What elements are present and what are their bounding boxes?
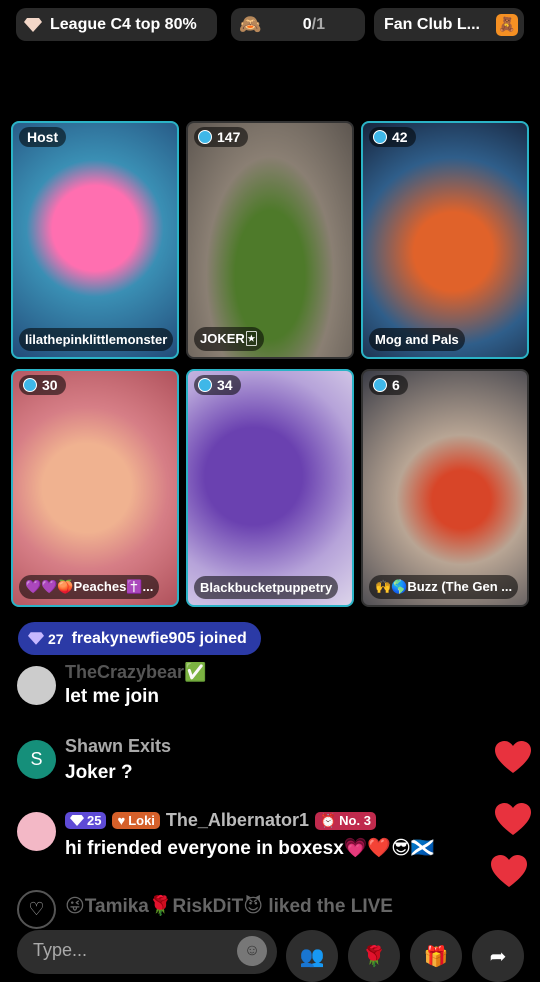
diamond-icon (24, 17, 42, 32)
viewer-badge: 34 (194, 375, 241, 395)
video-tile-host[interactable]: Host lilathepinklittlemonster (11, 121, 179, 359)
like-text: 😜Tamika🌹RiskDiT😈 liked the LIVE (65, 896, 393, 917)
tile-name: lilathepinklittlemonster (19, 328, 174, 351)
viewer-badge: 6 (369, 375, 408, 395)
heart-outline-icon: ♡ (17, 890, 56, 929)
joined-banner: 27 freakynewfie905 joined (18, 622, 261, 655)
viewer-badge: 42 (369, 127, 416, 147)
video-tile[interactable]: 30 💜💜🍑Peaches✝️... (11, 369, 179, 607)
fan-club-tag: ♥ Loki (112, 812, 160, 829)
counter-pill[interactable]: 🙈 0/1 (231, 8, 365, 41)
gift-icon: 🎁 (423, 945, 449, 968)
joined-text: freakynewfie905 joined (71, 629, 247, 647)
cheer-icon: 🙈 (239, 14, 262, 34)
level-badge: 27 (28, 631, 64, 647)
video-tile[interactable]: 34 Blackbucketpuppetry (186, 369, 354, 607)
chat-text: hi friended everyone in boxesx💗❤️😎🏴󠁧󠁢󠁳󠁣󠁴… (65, 838, 435, 859)
diamond-icon (28, 632, 44, 645)
avatar[interactable] (17, 812, 56, 851)
share-icon: ➦ (489, 945, 507, 968)
floating-heart-icon (495, 741, 531, 773)
chat-text: Joker ? (65, 762, 133, 783)
avatar[interactable]: S (17, 740, 56, 779)
star-icon (198, 378, 212, 392)
league-pill[interactable]: League C4 top 80% (16, 8, 217, 41)
counter-value: 0/1 (302, 15, 325, 33)
tile-name: JOKER🃏 (194, 327, 265, 351)
alarm-icon: ⏰ (319, 812, 337, 828)
share-button[interactable]: ➦ (472, 930, 524, 982)
tile-name: Mog and Pals (369, 328, 465, 351)
video-tile[interactable]: 42 Mog and Pals (361, 121, 529, 359)
floating-heart-icon (495, 803, 531, 835)
chat-username[interactable]: TheCrazybear✅ (65, 662, 206, 683)
floating-heart-icon (491, 855, 527, 887)
comment-input[interactable]: Type... ☺ (17, 930, 277, 974)
chat-user-line[interactable]: 25 ♥ Loki The_Albernator1 ⏰ No. 3 (65, 810, 382, 831)
star-icon (373, 130, 387, 144)
fan-club-label: Fan Club L... (384, 15, 480, 33)
avatar[interactable] (17, 666, 56, 705)
emoji-icon[interactable]: ☺ (237, 936, 267, 966)
star-icon (198, 130, 212, 144)
video-tile[interactable]: 147 JOKER🃏 (186, 121, 354, 359)
host-badge: Host (19, 127, 67, 147)
chat-text: let me join (65, 686, 159, 707)
people-icon: 👥 (299, 945, 325, 968)
video-tile[interactable]: 6 🙌🌎Buzz (The Gen ... (361, 369, 529, 607)
rose-button[interactable]: 🌹 (348, 930, 400, 982)
tile-name: 💜💜🍑Peaches✝️... (19, 575, 160, 599)
rose-icon: 🌹 (361, 945, 387, 968)
level-badge: 25 (65, 812, 107, 829)
league-label: League C4 top 80% (50, 15, 197, 33)
fan-club-pill[interactable]: Fan Club L... 🧸 (374, 8, 524, 41)
diamond-icon (70, 815, 84, 826)
viewer-badge: 147 (194, 127, 249, 147)
tile-name: 🙌🌎Buzz (The Gen ... (369, 575, 519, 599)
gift-button[interactable]: 🎁 (410, 930, 462, 982)
star-icon (373, 378, 387, 392)
multi-guest-button[interactable]: 👥 (286, 930, 338, 982)
bottom-bar: Type... ☺ 👥 🌹 🎁 ➦ (0, 930, 540, 982)
fan-club-icon: 🧸 (496, 13, 518, 36)
comment-placeholder: Type... (33, 940, 88, 960)
star-icon (23, 378, 37, 392)
chat-username: The_Albernator1 (165, 810, 309, 830)
rank-badge: ⏰ No. 3 (314, 811, 376, 830)
heart-icon: ♥ (117, 813, 126, 828)
tile-name: Blackbucketpuppetry (194, 576, 339, 599)
chat-username[interactable]: Shawn Exits (65, 736, 171, 757)
viewer-badge: 30 (19, 375, 66, 395)
